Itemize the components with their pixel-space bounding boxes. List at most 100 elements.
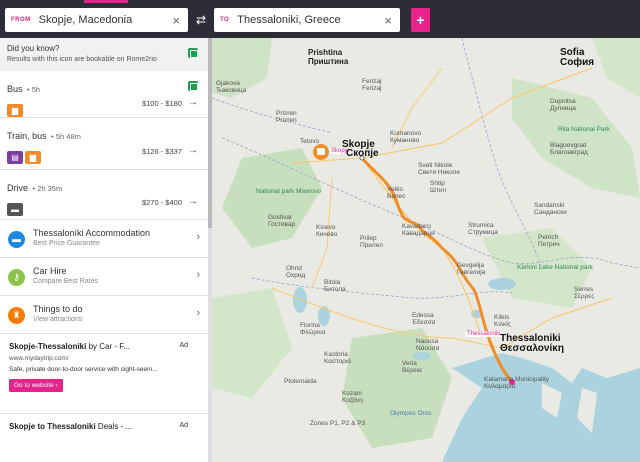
search-bar: FROM Skopje, Macedonia × ⇄ TO Thessaloni… [0,0,640,38]
map-label: Naousa [416,338,439,345]
arrow-right-icon: → [188,196,198,207]
map-label: Ferizaj [362,85,382,92]
train-icon: ▤ [7,151,23,164]
map-label: Prishtina [308,48,343,57]
route-title: Train, bus [7,131,47,141]
accommodation-link[interactable]: ▬ Thessaloníki Accommodation Best Price … [0,220,208,258]
map-label: Велес [387,193,406,200]
arrow-right-icon: → [188,145,198,156]
map-label: Prilep [360,235,377,242]
route-price: $100 - $180 [141,99,182,108]
map-label: National park Mavrovo [256,188,322,195]
map-label: Olympos Oros [390,410,432,417]
clear-to-icon[interactable]: × [384,14,392,27]
ad-headline[interactable]: Skopje-Thessaloniki by Car - F... [9,342,169,351]
from-field[interactable]: FROM Skopje, Macedonia × [5,8,188,32]
map-label: Ohrid [286,265,302,272]
map-label: Струмица [468,229,498,236]
chevron-right-icon: › [196,231,200,243]
map-label: Καστοριά [324,358,352,365]
map-label: Благоевград [550,149,588,156]
map-label: Κοζάνη [342,397,363,404]
route-bus[interactable]: Bus • 5h ▆ $100 - $180 → [0,71,208,118]
map-label: Petrich [538,234,559,241]
to-field[interactable]: TO Thessaloniki, Greece × [214,8,400,32]
map-label: Ferizaj [362,78,382,85]
bed-icon: ▬ [8,231,25,248]
map-label: Кичево [316,231,338,238]
ad-headline-rest: Deals - ... [95,422,133,431]
ad-deals[interactable]: Skopje to Thessaloniki Deals - ... Ad [0,414,208,431]
key-icon: ⚷ [8,269,25,286]
bus-icon: ▆ [25,151,41,164]
extra-title: Things to do [33,304,83,314]
map-label: Dupnitsa [550,98,576,105]
map-label: Tetovo [300,138,320,145]
chevron-right-icon: › [196,307,200,319]
map-label: Σέρρες [574,293,595,300]
route-title: Bus [7,84,23,94]
map-label: Sandanski [534,202,565,209]
ad-url[interactable]: www.mydaytrip.com/ [9,355,201,362]
map-label: Έδεσσα [412,319,436,326]
chevron-right-icon: › [196,269,200,281]
map-label: Gjakova [216,80,240,87]
map-label: Дупница [550,105,576,112]
route-map[interactable]: Skopje Thessaloniki Prishtina Приштина S… [212,38,640,462]
ad-headline-bold: Skopje-Thessaloniki [9,342,87,351]
go-to-website-button[interactable]: Go to website › [9,379,63,392]
add-destination-button[interactable]: + [411,8,430,32]
map-label: Zones P1, P2 & P3 [310,420,366,427]
to-input[interactable]: Thessaloniki, Greece [237,14,384,26]
map-label: Kumanovo [390,130,422,137]
swap-icon[interactable]: ⇄ [194,12,208,28]
map-label: Kavadarci [402,223,431,230]
map-label: Kalamaria Municipality [484,376,550,383]
ad-headline-bold: Skopje to Thessaloniki [9,422,96,431]
bus-icon: ▆ [7,104,23,117]
map-label: Prizren [276,117,297,124]
clear-from-icon[interactable]: × [172,14,180,27]
extra-subtitle: Best Price Guarantee [33,240,100,247]
map-label: Kilkis [494,314,510,321]
map-label: Bitola [324,279,341,286]
map-label: Кавадарци [402,230,435,237]
map-label: Edessa [412,312,434,319]
arrow-right-icon: → [188,97,198,108]
from-input[interactable]: Skopje, Macedonia [39,14,173,26]
map-label: Φλώρινα [300,329,326,336]
extra-title: Thessaloníki Accommodation [33,228,151,238]
from-tag: FROM [11,17,31,23]
ad-headline[interactable]: Skopje to Thessaloniki Deals - ... [9,422,169,431]
route-duration: 5h [31,85,41,94]
car-hire-link[interactable]: ⚷ Car Hire Compare Best Rates › [0,258,208,296]
extra-title: Car Hire [33,266,67,276]
route-drive[interactable]: Drive • 2h 35m ▬ $270 - $400 → [0,170,208,220]
map-label: Prizren [276,110,297,117]
map-label: Βέροια [402,367,422,374]
did-you-know-banner: Did you know? Results with this icon are… [0,38,208,71]
did-you-know-title: Did you know? [7,44,60,53]
map-label: Kerkini Lake National park [517,264,593,271]
extra-subtitle: Compare Best Rates [33,278,98,285]
route-price: $126 - $337 [141,147,182,156]
map-label: Sveti Nikole [418,162,453,169]
did-you-know-text: Results with this icon are bookable on R… [7,56,157,63]
car-icon: ▬ [7,203,23,216]
results-panel: Did you know? Results with this icon are… [0,38,208,462]
map-label: Петрич [538,241,560,248]
route-duration: 2h 35m [37,184,63,193]
map-label: Куманово [390,137,420,144]
ad-description: Safe, private door-to-door service with … [9,366,158,373]
map-label: Kozani [342,390,362,397]
things-to-do-link[interactable]: ♜ Things to do View attractions › [0,296,208,334]
route-price: $270 - $400 [141,198,182,207]
map-label: Свети Николе [418,169,461,176]
active-tab-indicator [84,0,128,3]
map-label: Gevgelija [457,262,485,269]
route-train-bus[interactable]: Train, bus • 5h 48m ▤ ▆ $126 - $337 → [0,118,208,170]
map-label: Florina [300,322,320,329]
route-duration: 5h 48m [55,132,81,141]
map-label: Serres [574,286,594,293]
ad-mydaytrip[interactable]: Skopje-Thessaloniki by Car - F... Ad www… [0,334,208,414]
